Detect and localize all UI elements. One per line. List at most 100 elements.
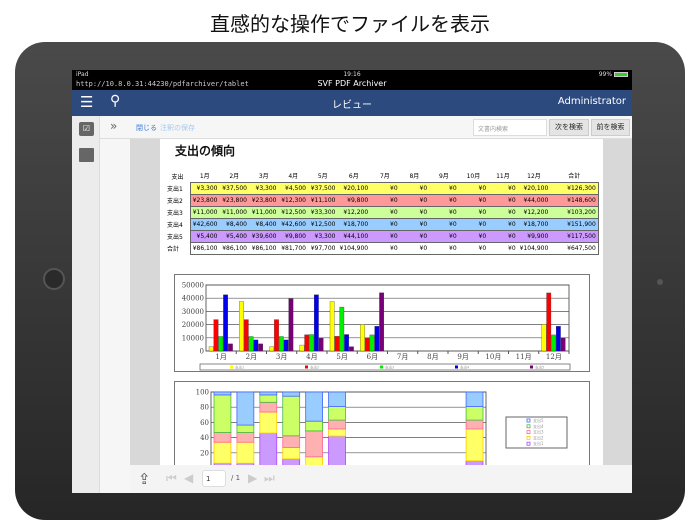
- stacked-bar-segment: [213, 391, 232, 396]
- table-cell: ¥97,700: [308, 241, 338, 255]
- table-cell: ¥0: [458, 205, 489, 219]
- bar: [555, 326, 561, 352]
- header-cell: 6月: [348, 173, 359, 181]
- stacked-bar-segment: [328, 391, 346, 407]
- table-cell: ¥12,200: [337, 205, 371, 219]
- x-tick-label: 1月: [215, 353, 226, 361]
- bar: [329, 301, 335, 352]
- bar: [364, 337, 370, 352]
- table-cell: ¥3,300: [189, 181, 220, 195]
- bar: [218, 336, 224, 352]
- table-cell: ¥0: [399, 241, 430, 255]
- table-cell: ¥0: [458, 217, 489, 231]
- y-tick-label: 40000: [182, 295, 204, 303]
- first-page-icon[interactable]: ⏮: [166, 471, 177, 486]
- bar: [304, 334, 310, 352]
- stacked-bar-segment: [236, 424, 255, 433]
- x-tick-label: 4月: [306, 353, 317, 361]
- table-cell: ¥42,600: [278, 217, 308, 231]
- table-cell: ¥9,800: [337, 193, 371, 207]
- header-cell: 4月: [288, 173, 299, 181]
- row-label: 支出5: [167, 233, 183, 241]
- prev-page-icon[interactable]: ◀: [184, 471, 193, 485]
- close-link[interactable]: 閉じる: [136, 123, 157, 133]
- table-row: 支出1 ¥3,300 ¥37,500 ¥3,300 ¥4,500 ¥37,500 ¥20,1…: [165, 181, 599, 195]
- legend-swatch: [380, 365, 383, 369]
- table-cell: ¥12,500: [308, 217, 338, 231]
- stacked-bar-segment: [305, 456, 323, 465]
- bar: [208, 346, 214, 352]
- bar: [274, 319, 279, 352]
- checklist-icon[interactable]: ☑: [79, 122, 94, 136]
- stacked-bar-segment: [282, 391, 301, 397]
- document-search-input[interactable]: 文書内検索: [473, 119, 547, 136]
- page-input[interactable]: 1: [202, 470, 226, 487]
- table-header: 支出 1月 2月 3月 4月 5月 6月 7月 8月 9月 10月 11月 12月 合計: [165, 170, 598, 182]
- home-button[interactable]: [43, 268, 65, 290]
- bar: [344, 334, 349, 352]
- table-cell: ¥18,700: [517, 217, 551, 231]
- table-cell: ¥37,500: [308, 181, 338, 195]
- table-cell: ¥0: [488, 181, 518, 195]
- stacked-bar-segment: [465, 406, 484, 421]
- find-next-button[interactable]: 次を検索: [549, 119, 589, 136]
- stacked-chart: 020406080100支出5支出4支出3支出2支出1: [174, 381, 590, 465]
- battery: 99%: [599, 71, 628, 78]
- bar: [248, 336, 254, 352]
- stacked-bar-segment: [305, 420, 323, 432]
- find-prev-button[interactable]: 前を検索: [591, 119, 630, 136]
- table-cell: ¥11,000: [219, 205, 249, 219]
- stacked-bar-segment: [259, 391, 278, 396]
- page-title: レビュー: [332, 100, 372, 111]
- stacked-bar-segment: [282, 447, 301, 460]
- table-cell: ¥9,900: [517, 229, 551, 243]
- legend-swatch: [526, 418, 531, 423]
- camera: [657, 279, 663, 285]
- share-icon[interactable]: ⇪: [138, 470, 151, 488]
- next-page-icon[interactable]: ▶: [248, 471, 257, 485]
- table-cell: ¥0: [458, 193, 489, 207]
- table-cell: ¥0: [488, 229, 518, 243]
- table-cell: ¥0: [370, 229, 400, 243]
- table-cell: ¥0: [458, 181, 489, 195]
- save-annotation-link[interactable]: 注釈の保存: [160, 123, 195, 133]
- toolbar: » 閉じる 注釈の保存 文書内検索 次を検索 前を検索: [100, 116, 632, 139]
- bar: [239, 301, 244, 352]
- last-page-icon[interactable]: ⏭: [264, 471, 275, 486]
- nav-bar: ☰ ⚲ レビュー Administrator: [72, 90, 632, 116]
- table-cell: ¥0: [399, 193, 430, 207]
- table-cell: ¥12,200: [517, 205, 551, 219]
- battery-percent: 99%: [598, 71, 613, 78]
- legend-label: 支出1: [235, 365, 244, 370]
- y-tick-label: 30000: [182, 308, 204, 316]
- table-cell: ¥5,400: [189, 229, 220, 243]
- bar: [369, 334, 375, 352]
- row-label: 支出1: [167, 185, 183, 193]
- legend-swatch: [230, 365, 233, 369]
- table-cell: ¥86,100: [189, 241, 220, 255]
- stacked-bar-segment: [259, 401, 278, 413]
- y-tick-label: 60: [200, 419, 209, 427]
- bar: [309, 334, 314, 352]
- bar: [253, 339, 259, 352]
- expand-icon[interactable]: »: [110, 119, 117, 133]
- header-cell: 7月: [379, 173, 390, 181]
- table-cell: ¥23,800: [249, 193, 279, 207]
- folder-icon[interactable]: [79, 148, 94, 162]
- table-cell: ¥0: [399, 229, 430, 243]
- legend-label: 支出5: [535, 365, 544, 370]
- document-viewer[interactable]: 支出の傾向 支出 1月 2月 3月 4月 5月 6月 7月 8月 9月 10月 11月 12月 合計 支出1…: [130, 139, 632, 465]
- table-cell: ¥0: [370, 241, 400, 255]
- stacked-bar-segment: [259, 432, 278, 465]
- user-name[interactable]: Administrator: [558, 96, 626, 107]
- doc-title: 支出の傾向: [175, 144, 236, 158]
- stacked-bar-segment: [328, 419, 346, 430]
- legend-label: 支出4: [533, 423, 544, 429]
- header-cell: 10月: [466, 173, 481, 181]
- x-tick-label: 5月: [336, 353, 347, 361]
- table-cell: ¥18,700: [337, 217, 371, 231]
- stacked-bar-segment: [236, 441, 255, 464]
- stacked-bar-segment: [282, 435, 301, 448]
- table-cell: ¥0: [429, 205, 459, 219]
- table-cell: ¥23,800: [189, 193, 220, 207]
